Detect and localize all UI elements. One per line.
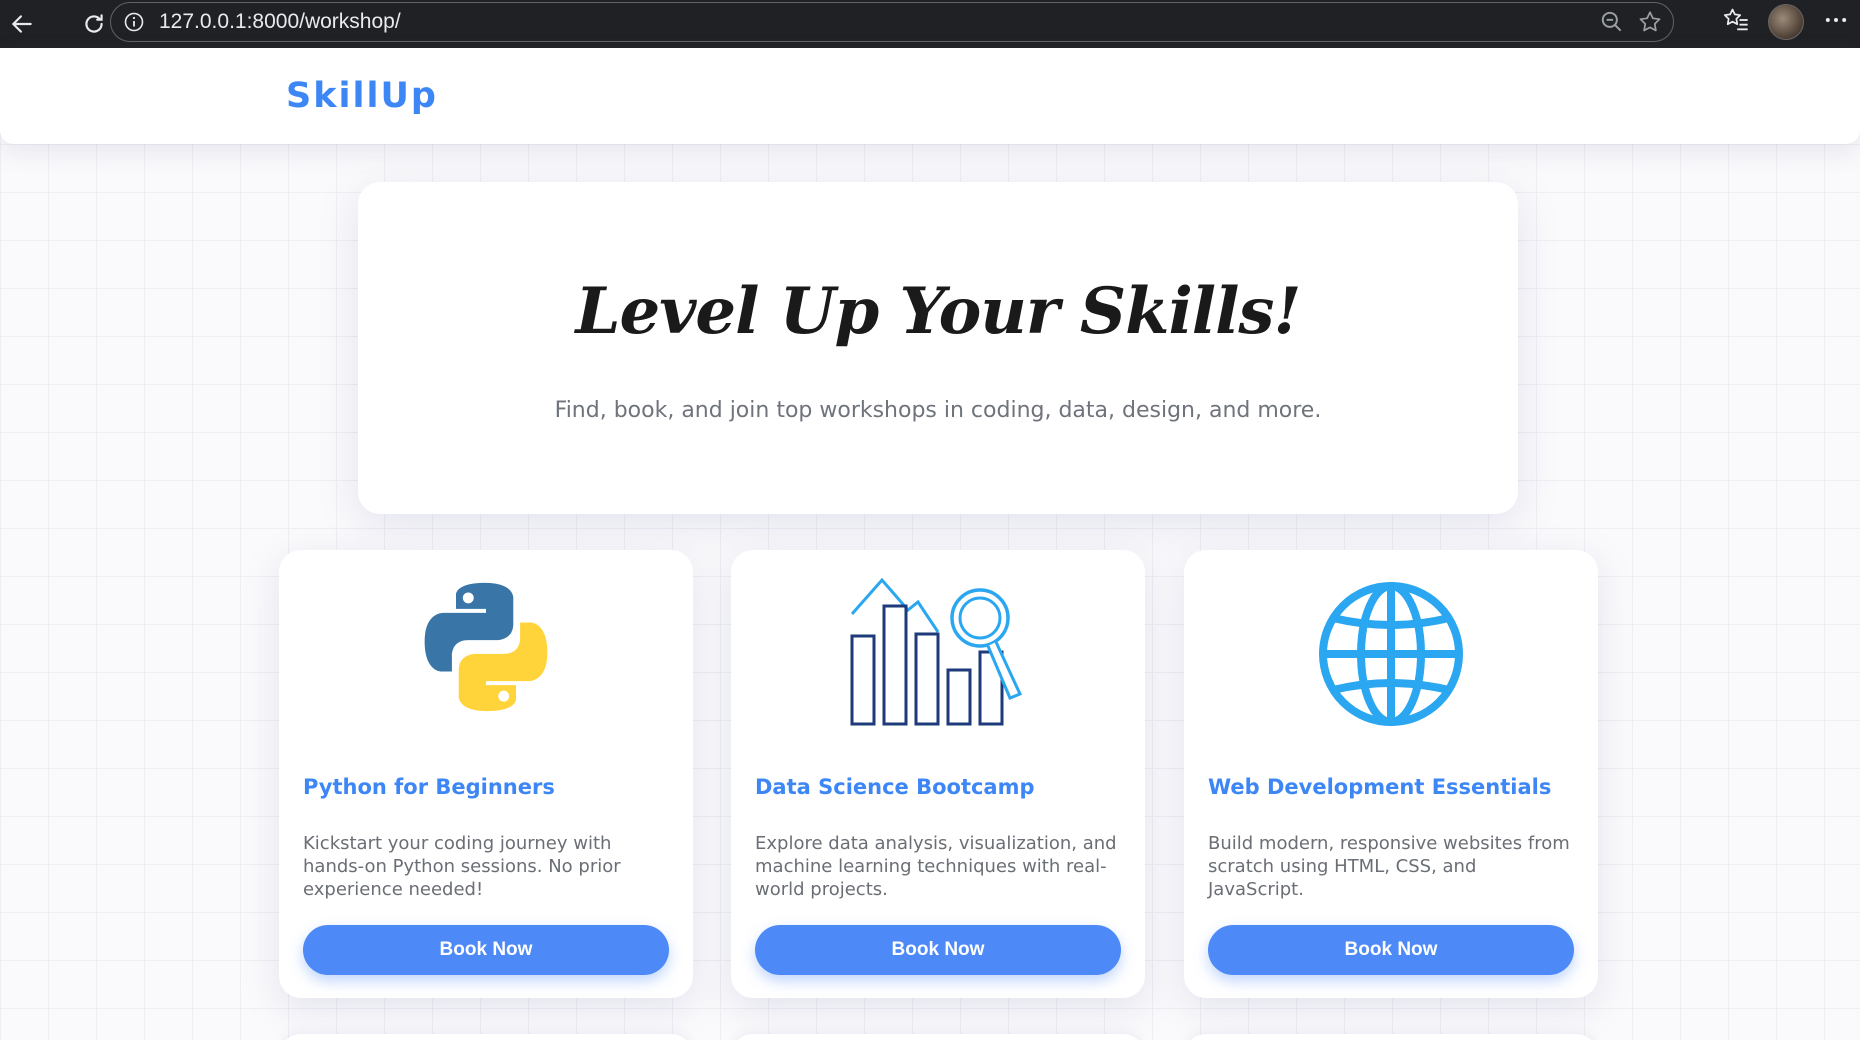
python-logo-icon	[279, 572, 693, 732]
workshop-card-python: Python for Beginners Kickstart your codi…	[279, 550, 693, 998]
hero-subtitle: Find, book, and join top workshops in co…	[554, 398, 1322, 423]
workshop-card-peek	[1184, 1034, 1598, 1040]
address-bar[interactable]: 127.0.0.1:8000/workshop/	[110, 2, 1674, 42]
globe-icon	[1184, 572, 1598, 732]
zoom-out-icon[interactable]	[1599, 9, 1625, 39]
workshop-card-web-dev: Web Development Essentials Build modern,…	[1184, 550, 1598, 998]
reload-icon[interactable]	[74, 4, 114, 44]
workshop-card-peek	[731, 1034, 1145, 1040]
workshop-description: Kickstart your coding journey with hands…	[303, 833, 621, 900]
book-now-button[interactable]: Book Now	[303, 925, 669, 975]
hero-section: Level Up Your Skills! Find, book, and jo…	[358, 182, 1518, 514]
workshop-description: Build modern, responsive websites from s…	[1208, 833, 1570, 900]
more-menu-icon[interactable]	[1822, 6, 1850, 38]
site-info-icon[interactable]	[123, 11, 145, 33]
workshop-card-data-science: Data Science Bootcamp Explore data analy…	[731, 550, 1145, 998]
hero-title: Level Up Your Skills!	[575, 274, 1301, 349]
workshop-title[interactable]: Data Science Bootcamp	[755, 775, 1125, 799]
favorites-icon[interactable]	[1722, 6, 1750, 38]
book-now-button[interactable]: Book Now	[1208, 925, 1574, 975]
workshop-card-peek	[279, 1034, 693, 1040]
workshop-title[interactable]: Python for Beginners	[303, 775, 673, 799]
profile-avatar[interactable]	[1768, 4, 1804, 40]
bookmark-star-icon[interactable]	[1637, 9, 1663, 39]
workshop-description: Explore data analysis, visualization, an…	[755, 833, 1117, 900]
url-text[interactable]: 127.0.0.1:8000/workshop/	[159, 10, 401, 34]
site-logo[interactable]: SkillUp	[286, 76, 438, 116]
browser-toolbar: 127.0.0.1:8000/workshop/	[0, 0, 1860, 48]
book-now-button[interactable]: Book Now	[755, 925, 1121, 975]
data-chart-magnifier-icon	[731, 572, 1145, 732]
site-header: SkillUp	[0, 48, 1860, 144]
back-icon[interactable]	[2, 4, 42, 44]
workshop-title[interactable]: Web Development Essentials	[1208, 775, 1578, 799]
